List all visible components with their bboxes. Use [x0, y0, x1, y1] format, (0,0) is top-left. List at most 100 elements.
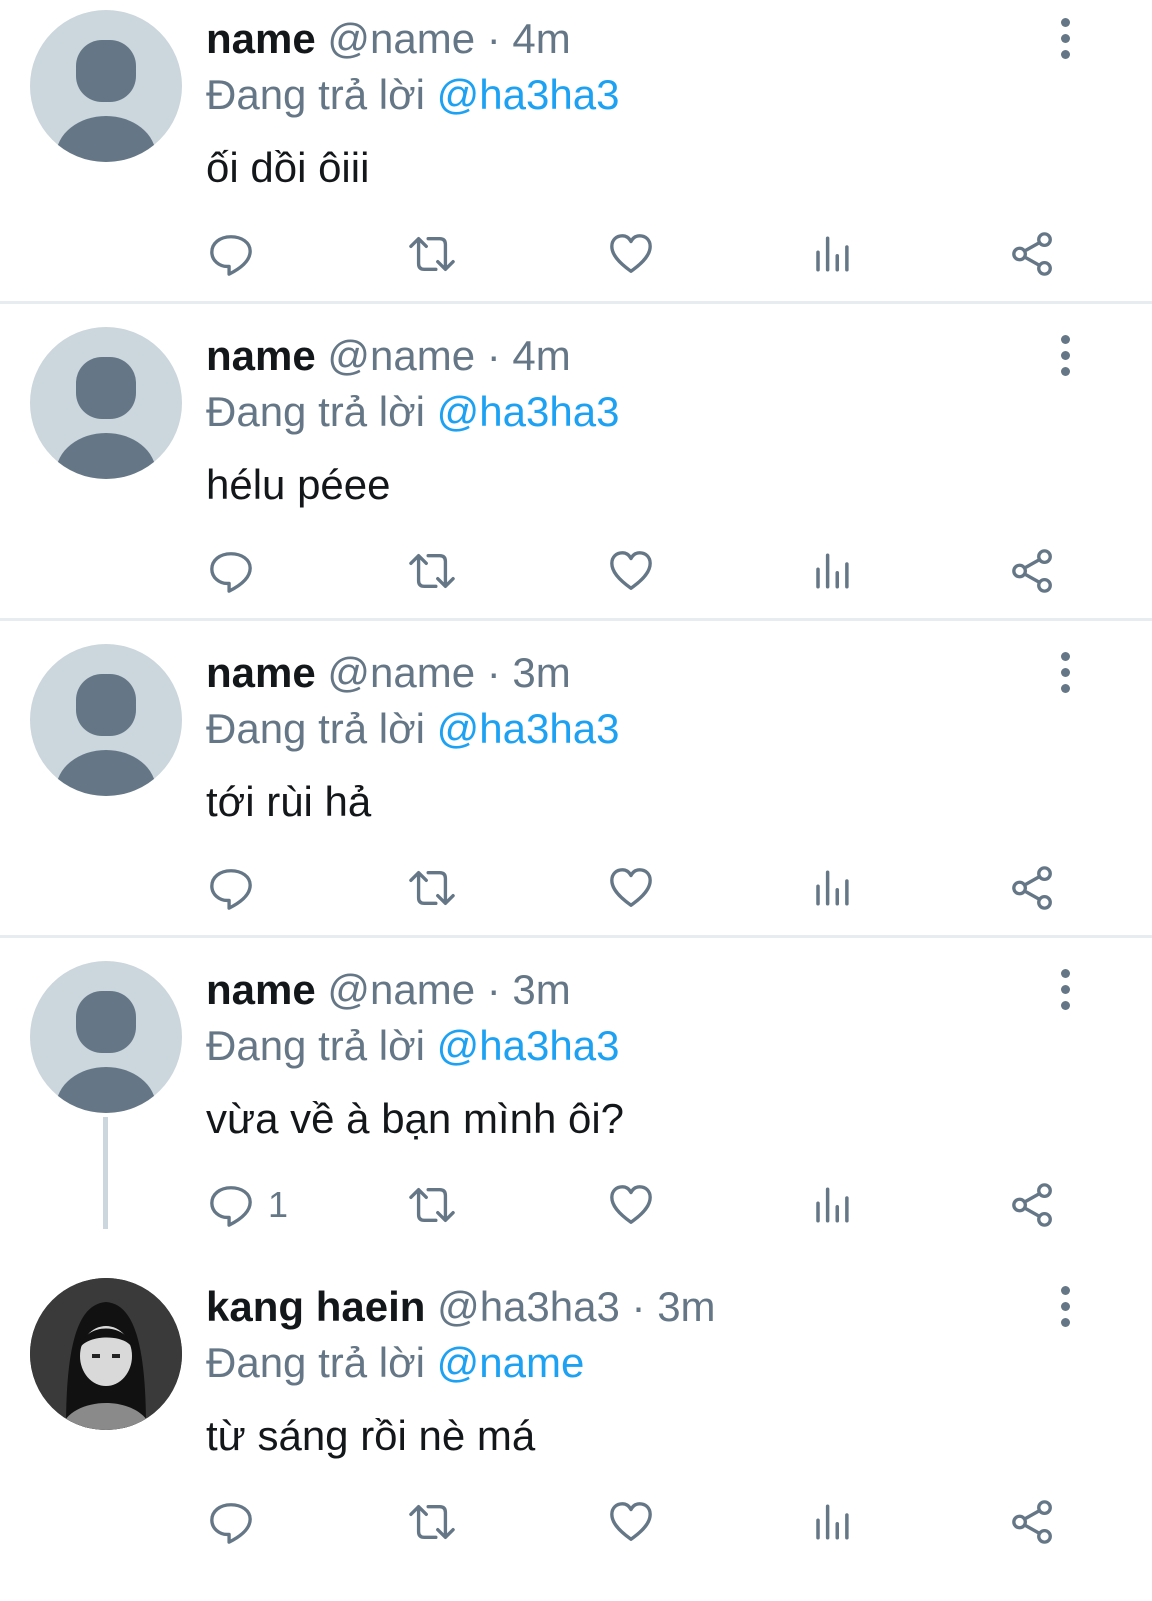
tweet-actions — [0, 860, 1152, 916]
reply-prefix: Đang trả lời — [206, 71, 425, 118]
tweet-divider — [0, 935, 1152, 938]
avatar[interactable] — [30, 644, 182, 796]
display-name[interactable]: name — [206, 15, 316, 62]
tweet[interactable]: name @name · 3m Đang trả lời @ha3ha3 tới r… — [0, 634, 1152, 951]
tweet[interactable]: name @name · 3m Đang trả lời @ha3ha3 vừa v… — [0, 951, 1152, 1268]
avatar[interactable] — [30, 961, 182, 1113]
tweet-actions — [0, 226, 1152, 282]
display-name[interactable]: name — [206, 649, 316, 696]
reply-button[interactable] — [208, 1494, 268, 1550]
analytics-button[interactable] — [811, 860, 853, 916]
analytics-button[interactable] — [811, 1494, 853, 1550]
avatar[interactable] — [30, 327, 182, 479]
more-options-icon[interactable] — [1050, 335, 1082, 379]
tweet-text: ối dồi ôiii — [206, 144, 370, 191]
retweet-icon — [405, 865, 459, 911]
replying-to: Đang trả lời @ha3ha3 — [206, 701, 619, 757]
tweet-text: vừa về à bạn mình ôi? — [206, 1095, 625, 1142]
reply-mention-link[interactable]: @ha3ha3 — [437, 388, 620, 435]
analytics-button[interactable] — [811, 543, 853, 599]
display-name[interactable]: name — [206, 332, 316, 379]
retweet-icon — [405, 1499, 459, 1545]
reply-icon — [208, 865, 254, 911]
share-button[interactable] — [1010, 1494, 1056, 1550]
more-options-icon[interactable] — [1050, 1286, 1082, 1330]
tweet-text: hélu péee — [206, 461, 391, 508]
analytics-button[interactable] — [811, 226, 853, 282]
tweet-actions — [0, 543, 1152, 599]
handle-and-time: @name · 4m — [327, 15, 571, 62]
tweet-header: name @name · 4m — [206, 328, 571, 384]
analytics-icon — [811, 865, 853, 911]
retweet-icon — [405, 548, 459, 594]
tweet-header: name @name · 4m — [206, 11, 571, 67]
like-icon — [608, 548, 654, 594]
share-button[interactable] — [1010, 1177, 1056, 1233]
retweet-button[interactable] — [405, 543, 459, 599]
reply-prefix: Đang trả lời — [206, 705, 425, 752]
handle-and-time: @name · 4m — [327, 332, 571, 379]
reply-button[interactable] — [208, 860, 268, 916]
like-icon — [608, 231, 654, 277]
display-name[interactable]: name — [206, 966, 316, 1013]
display-name[interactable]: kang haein — [206, 1283, 425, 1330]
share-icon — [1010, 1499, 1056, 1545]
tweet-divider — [0, 618, 1152, 621]
replying-to: Đang trả lời @ha3ha3 — [206, 67, 619, 123]
avatar[interactable] — [30, 1278, 182, 1430]
reply-mention-link[interactable]: @name — [437, 1339, 585, 1386]
avatar[interactable] — [30, 10, 182, 162]
analytics-icon — [811, 1182, 853, 1228]
tweet-text: tới rùi hả — [206, 778, 372, 825]
share-button[interactable] — [1010, 860, 1056, 916]
replying-to: Đang trả lời @name — [206, 1335, 584, 1391]
like-icon — [608, 1499, 654, 1545]
share-icon — [1010, 1182, 1056, 1228]
reply-button[interactable] — [208, 226, 268, 282]
reply-mention-link[interactable]: @ha3ha3 — [437, 1022, 620, 1069]
replying-to: Đang trả lời @ha3ha3 — [206, 384, 619, 440]
retweet-button[interactable] — [405, 226, 459, 282]
share-button[interactable] — [1010, 543, 1056, 599]
reply-mention-link[interactable]: @ha3ha3 — [437, 705, 620, 752]
tweet-text: từ sáng rồi nè má — [206, 1412, 536, 1459]
reply-button[interactable] — [208, 543, 268, 599]
reply-prefix: Đang trả lời — [206, 388, 425, 435]
retweet-icon — [405, 231, 459, 277]
like-button[interactable] — [608, 226, 654, 282]
tweet[interactable]: name @name · 4m Đang trả lời @ha3ha3 hélu … — [0, 317, 1152, 634]
more-options-icon[interactable] — [1050, 969, 1082, 1013]
like-button[interactable] — [608, 543, 654, 599]
analytics-button[interactable] — [811, 1177, 853, 1233]
share-button[interactable] — [1010, 226, 1056, 282]
like-icon — [608, 865, 654, 911]
reply-button[interactable]: 1 — [208, 1177, 288, 1233]
analytics-icon — [811, 1499, 853, 1545]
handle-and-time: @name · 3m — [327, 649, 571, 696]
replying-to: Đang trả lời @ha3ha3 — [206, 1018, 619, 1074]
handle-and-time: @ha3ha3 · 3m — [437, 1283, 716, 1330]
tweet-actions: 1 — [0, 1177, 1152, 1233]
retweet-icon — [405, 1182, 459, 1228]
more-options-icon[interactable] — [1050, 18, 1082, 62]
reply-icon — [208, 231, 254, 277]
like-icon — [608, 1182, 654, 1228]
reply-mention-link[interactable]: @ha3ha3 — [437, 71, 620, 118]
reply-count: 1 — [268, 1184, 289, 1225]
tweet-header: name @name · 3m — [206, 645, 571, 701]
handle-and-time: @name · 3m — [327, 966, 571, 1013]
tweet[interactable]: kang haein @ha3ha3 · 3m Đang trả lời @nam… — [0, 1268, 1152, 1585]
like-button[interactable] — [608, 860, 654, 916]
tweet-header: kang haein @ha3ha3 · 3m — [206, 1279, 716, 1335]
retweet-button[interactable] — [405, 1494, 459, 1550]
like-button[interactable] — [608, 1177, 654, 1233]
reply-prefix: Đang trả lời — [206, 1022, 425, 1069]
more-options-icon[interactable] — [1050, 652, 1082, 696]
reply-icon — [208, 1182, 254, 1228]
tweet-divider — [0, 301, 1152, 304]
like-button[interactable] — [608, 1494, 654, 1550]
retweet-button[interactable] — [405, 860, 459, 916]
retweet-button[interactable] — [405, 1177, 459, 1233]
tweet[interactable]: name @name · 4m Đang trả lời @ha3ha3 ối dồ… — [0, 0, 1152, 317]
share-icon — [1010, 865, 1056, 911]
